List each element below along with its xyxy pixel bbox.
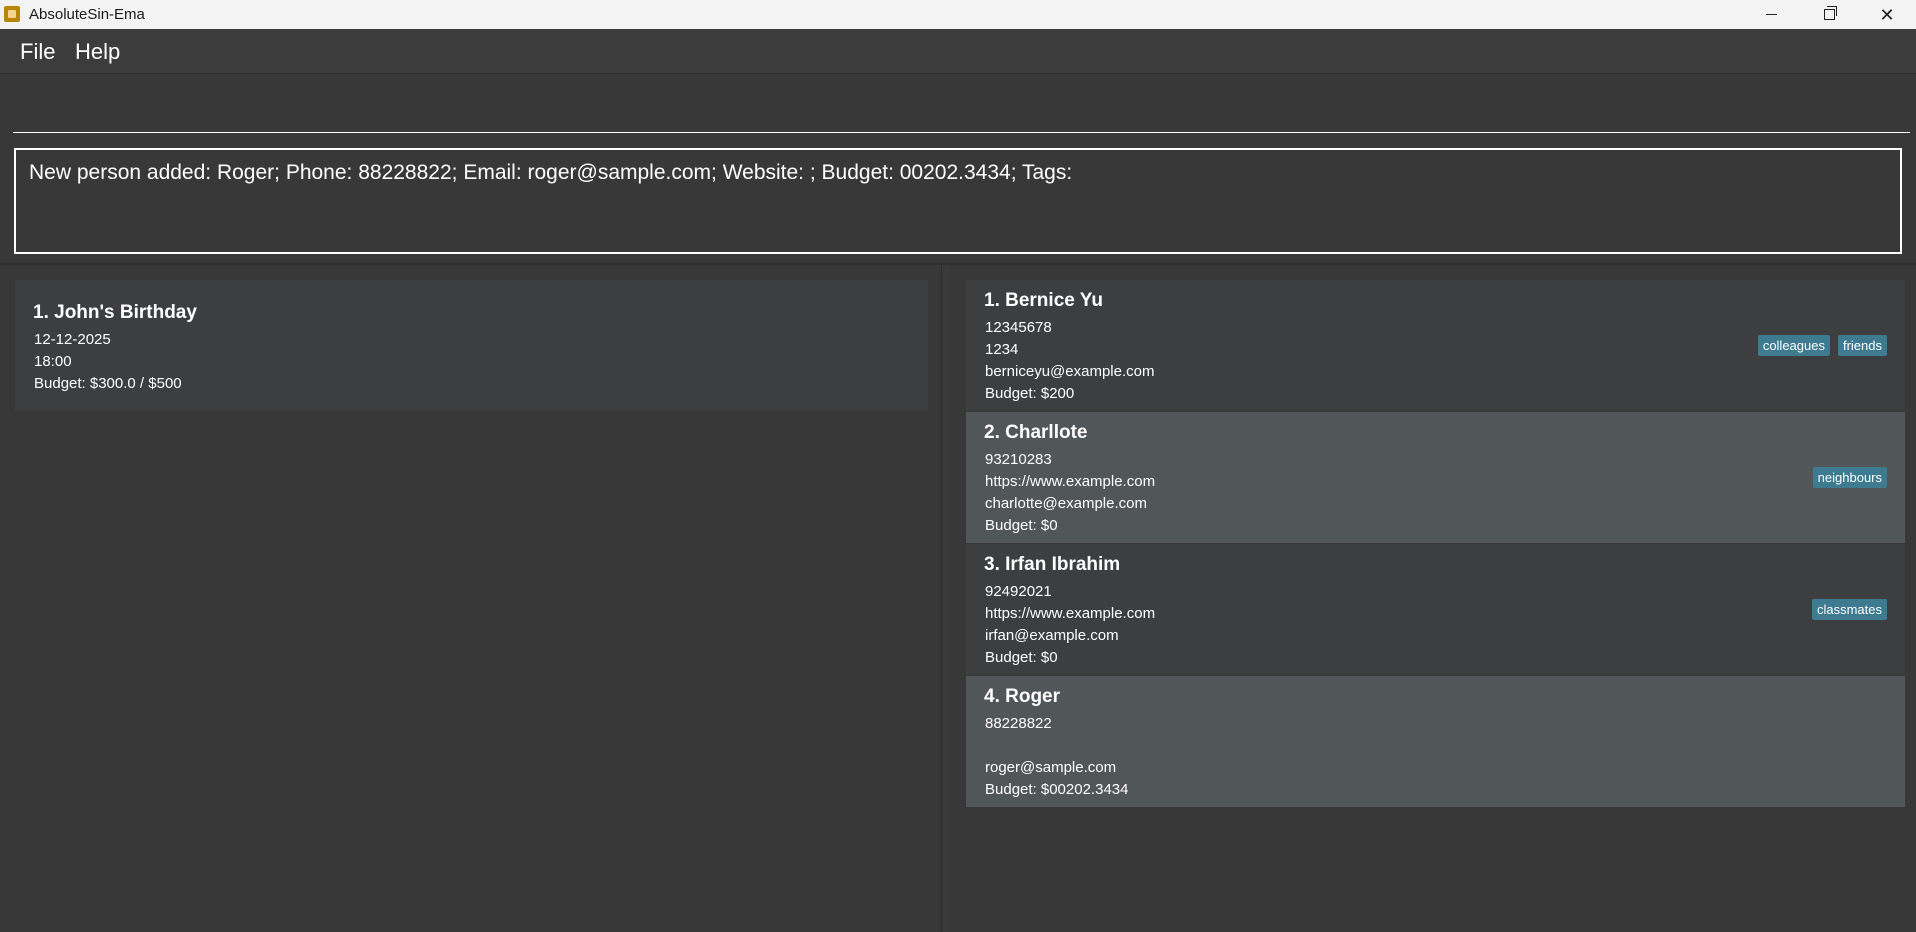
event-budget: Budget: $300.0 / $500 [34, 375, 182, 392]
person-website: https://www.example.com [985, 605, 1156, 622]
tag-label: friends [1837, 335, 1887, 356]
person-card[interactable]: 4. Roger 88228822 roger@sample.com Budge… [966, 676, 1905, 807]
person-budget: Budget: $200 [985, 385, 1075, 402]
person-email: roger@sample.com [985, 759, 1117, 776]
person-card[interactable]: 2. Charllote 93210283 https://www.exampl… [966, 412, 1905, 543]
app-icon [4, 6, 20, 22]
close-button[interactable]: ✕ [1858, 0, 1916, 29]
event-date: 12-12-2025 [34, 331, 111, 348]
person-name: 3. Irfan Ibrahim [984, 554, 1121, 575]
person-budget: Budget: $0 [985, 649, 1058, 666]
tag-label: colleagues [1757, 335, 1830, 356]
minimize-button[interactable] [1742, 0, 1800, 29]
person-email: charlotte@example.com [985, 495, 1147, 512]
event-time: 18:00 [34, 353, 72, 370]
person-name: 4. Roger [984, 686, 1061, 707]
command-input[interactable] [13, 76, 1910, 133]
person-phone: 12345678 [985, 319, 1052, 336]
person-website: 1234 [985, 341, 1019, 358]
person-name: 2. Charllote [984, 422, 1088, 443]
person-email: berniceyu@example.com [985, 363, 1155, 380]
person-phone: 92492021 [985, 583, 1052, 600]
person-name: 1. Bernice Yu [984, 290, 1103, 311]
result-display: New person added: Roger; Phone: 88228822… [14, 148, 1902, 254]
person-budget: Budget: $00202.3434 [985, 781, 1129, 798]
person-website: https://www.example.com [985, 473, 1156, 490]
event-title: 1. John's Birthday [33, 302, 197, 323]
person-phone: 88228822 [985, 715, 1052, 732]
person-budget: Budget: $0 [985, 517, 1058, 534]
person-website [985, 735, 1128, 757]
minimize-icon [1765, 14, 1777, 15]
tag-label: neighbours [1812, 467, 1887, 488]
result-text: New person added: Roger; Phone: 88228822… [29, 161, 1073, 184]
title-bar: AbsoluteSin-Ema ✕ [0, 0, 1916, 29]
menu-file[interactable]: File [20, 39, 55, 65]
person-email: irfan@example.com [985, 627, 1119, 644]
menu-bar: File Help [0, 29, 1916, 74]
tag-list: colleagues friends [1757, 335, 1887, 356]
window-title: AbsoluteSin-Ema [29, 6, 145, 23]
person-phone: 93210283 [985, 451, 1052, 468]
tag-list: neighbours [1812, 467, 1887, 488]
person-card[interactable]: 3. Irfan Ibrahim 92492021 https://www.ex… [966, 544, 1905, 675]
event-card[interactable]: 1. John's Birthday 12-12-2025 18:00 Budg… [15, 280, 928, 410]
maximize-button[interactable] [1800, 0, 1858, 29]
restore-icon [1823, 6, 1837, 20]
tag-list: classmates [1811, 599, 1887, 620]
close-icon: ✕ [1879, 4, 1895, 25]
tag-label: classmates [1811, 599, 1887, 620]
person-card[interactable]: 1. Bernice Yu 12345678 1234 berniceyu@ex… [966, 280, 1905, 411]
menu-help[interactable]: Help [75, 39, 120, 65]
